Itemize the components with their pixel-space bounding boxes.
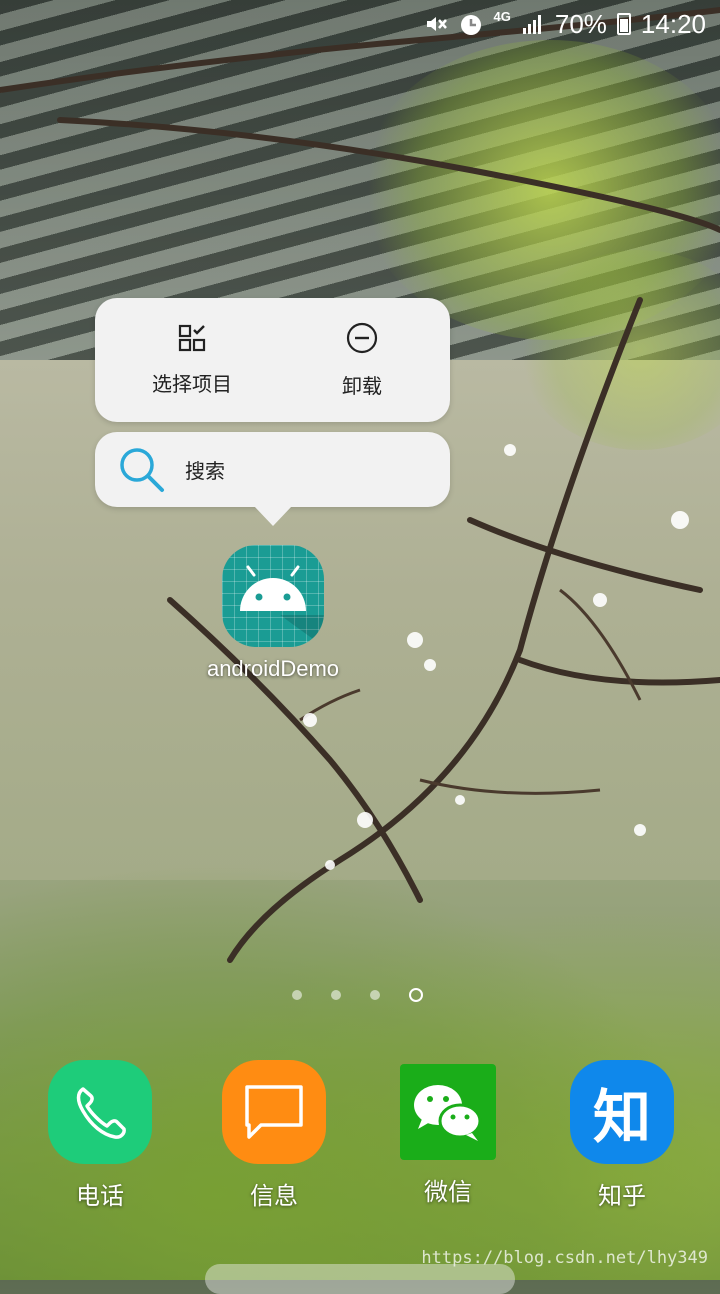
page-dot-active[interactable]: [409, 988, 423, 1002]
uninstall-icon: [346, 322, 378, 358]
menu-pointer: [254, 506, 292, 526]
page-dot[interactable]: [331, 990, 341, 1000]
select-items-button[interactable]: 选择项目: [107, 298, 277, 422]
page-dot[interactable]: [292, 990, 302, 1000]
page-indicator: [292, 988, 423, 1002]
select-items-label: 选择项目: [152, 371, 232, 396]
dock-app-phone[interactable]: 电话: [48, 1060, 152, 1211]
wechat-icon: [400, 1064, 496, 1160]
dock-label: 微信: [424, 1178, 472, 1206]
message-icon: [222, 1060, 326, 1164]
mute-icon: [424, 12, 448, 36]
app-icon-androiddemo[interactable]: [222, 545, 324, 647]
clock: 14:20: [640, 8, 706, 39]
dock-app-messages[interactable]: 信息: [222, 1060, 326, 1211]
navigation-handle[interactable]: [205, 1264, 515, 1294]
app-shortcut-menu: 选择项目 卸载: [95, 298, 450, 422]
search-label: 搜索: [185, 459, 225, 483]
uninstall-label: 卸载: [342, 373, 382, 398]
search-button[interactable]: 搜索: [95, 432, 450, 507]
app-label: androidDemo: [206, 656, 340, 681]
alarm-icon: [458, 11, 484, 37]
dock-label: 信息: [250, 1182, 298, 1210]
android-icon: [240, 565, 324, 647]
signal-icon: [521, 12, 545, 36]
dock-label: 电话: [76, 1182, 124, 1210]
network-type: 4G: [493, 8, 511, 24]
dock-label: 知乎: [598, 1182, 646, 1210]
zhihu-glyph: 知: [592, 1083, 651, 1151]
phone-icon: [48, 1060, 152, 1164]
battery-percent: 70%: [554, 8, 607, 39]
page-dot[interactable]: [370, 990, 380, 1000]
status-bar: 4G 70% 14:20: [0, 0, 720, 48]
search-icon: [117, 445, 167, 495]
select-items-icon: [178, 324, 206, 356]
dock-app-zhihu[interactable]: 知 知乎: [570, 1060, 674, 1211]
battery-icon: [616, 13, 631, 35]
zhihu-icon: 知: [570, 1060, 674, 1164]
uninstall-button[interactable]: 卸载: [277, 298, 447, 422]
dock-app-wechat[interactable]: 微信: [396, 1060, 500, 1207]
